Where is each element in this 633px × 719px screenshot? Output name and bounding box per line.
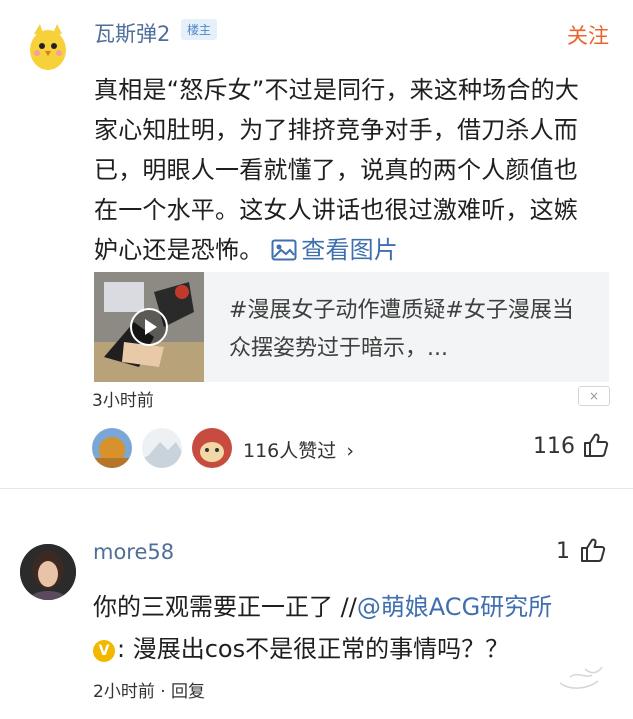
comment-meta: 2小时前 · 回复 [93,677,205,702]
mention-link[interactable]: @萌娘ACG研究所 [357,593,552,621]
comment-body: 真相是“怒斥女”不过是同行，来这种场合的大家心知肚明，为了排挤竞争对手，借刀杀人… [94,70,594,270]
comment-time: 3小时前 [92,391,154,411]
card-title: #漫展女子动作遭质疑#女子漫展当众摆姿势过于暗示，... [229,298,574,361]
comment-username[interactable]: more58 [93,540,174,564]
like-count: 1 [556,539,570,564]
watermark-graphic [559,666,603,689]
likes-summary-link[interactable]: 116人赞过 › [243,436,354,463]
comment-body: 你的三观需要正一正了 //@萌娘ACG研究所 V: 漫展出cos不是很正常的事情… [93,586,613,670]
image-icon [271,239,297,261]
view-image-link[interactable]: 查看图片 [271,236,398,264]
divider [0,488,633,489]
follow-button[interactable]: 关注 [567,20,609,50]
close-button[interactable]: × [578,386,610,406]
like-count: 116 [533,434,575,459]
chevron-right-icon: › [346,440,354,462]
meta-separator: · [160,682,166,702]
play-icon[interactable] [129,307,169,347]
watermark-logo [540,665,630,715]
verified-badge-icon: V [93,640,115,662]
like-button[interactable] [580,537,606,567]
liker-avatar [92,428,132,468]
comment-text: 你的三观需要正一正了 // [93,593,357,621]
thumbs-up-icon [581,538,606,562]
liker-avatar [192,428,232,468]
thumbs-up-icon [584,433,609,457]
view-image-label: 查看图片 [301,236,399,264]
like-button[interactable] [583,432,609,462]
avatar[interactable] [20,544,76,600]
reply-button[interactable]: 回复 [171,682,205,702]
video-thumbnail [94,272,204,382]
liker-avatar [142,428,182,468]
chick-avatar-icon [20,18,76,74]
comment-username[interactable]: 瓦斯弹2 [94,18,170,48]
avatar[interactable] [20,18,76,74]
shared-video-card[interactable]: #漫展女子动作遭质疑#女子漫展当众摆姿势过于暗示，... [94,272,609,382]
owner-badge: 楼主 [181,19,218,40]
comment-text: : 漫展出cos不是很正常的事情吗？？ [117,635,510,663]
comment-time: 2小时前 [93,682,155,702]
portrait-avatar-image [20,544,76,600]
likes-summary: 116人赞过 [243,440,337,462]
